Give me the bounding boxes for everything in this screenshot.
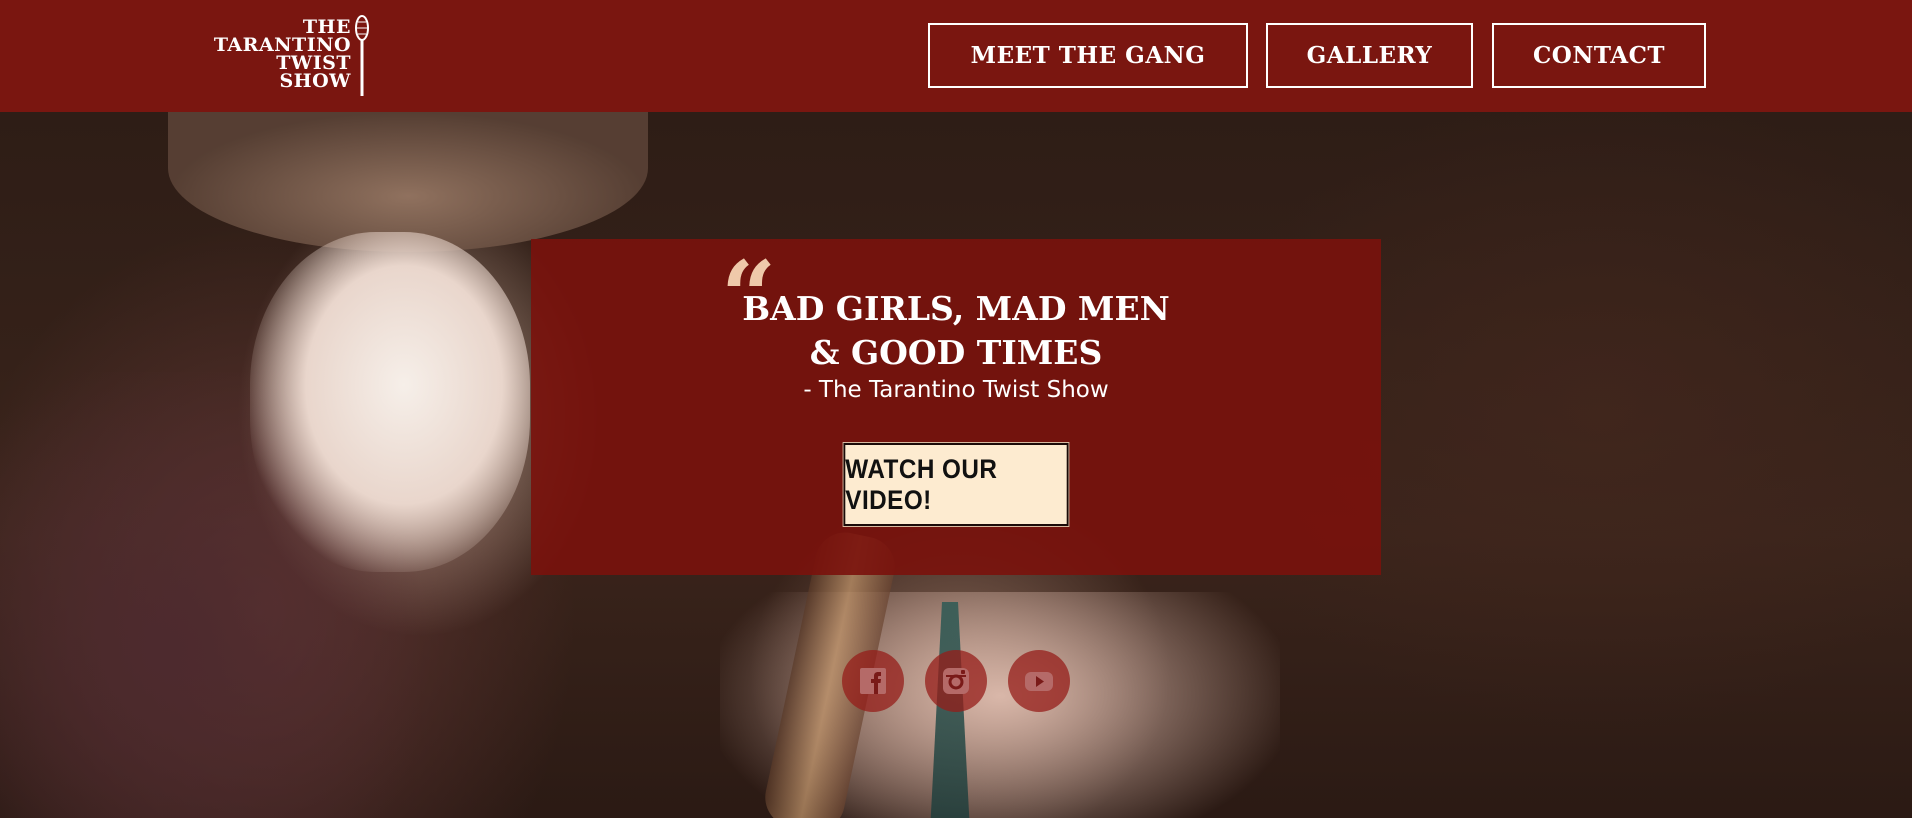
watch-video-button[interactable]: WATCH OUR VIDEO!: [843, 443, 1069, 526]
facebook-icon[interactable]: [842, 650, 904, 712]
nav-meet-the-gang-button[interactable]: MEET THE GANG: [928, 23, 1248, 88]
headline-line-1: BAD GIRLS, MAD MEN: [742, 289, 1170, 328]
hero-headline: BAD GIRLS, MAD MEN & GOOD TIMES: [531, 287, 1381, 375]
hero-byline: - The Tarantino Twist Show: [803, 377, 1109, 403]
main-nav: MEET THE GANG GALLERY CONTACT: [0, 23, 1912, 88]
hero-photo-hat: [168, 112, 648, 252]
nav-contact-button[interactable]: CONTACT: [1492, 23, 1706, 88]
site-header: THE TARANTINO TWIST SHOW MEET THE GANG G…: [0, 0, 1912, 112]
hero-photo-face: [250, 232, 530, 572]
nav-gallery-button[interactable]: GALLERY: [1266, 23, 1473, 88]
headline-line-2: & GOOD TIMES: [809, 333, 1103, 372]
instagram-icon[interactable]: [925, 650, 987, 712]
youtube-icon[interactable]: [1008, 650, 1070, 712]
quote-card: “ BAD GIRLS, MAD MEN & GOOD TIMES - The …: [531, 239, 1381, 575]
